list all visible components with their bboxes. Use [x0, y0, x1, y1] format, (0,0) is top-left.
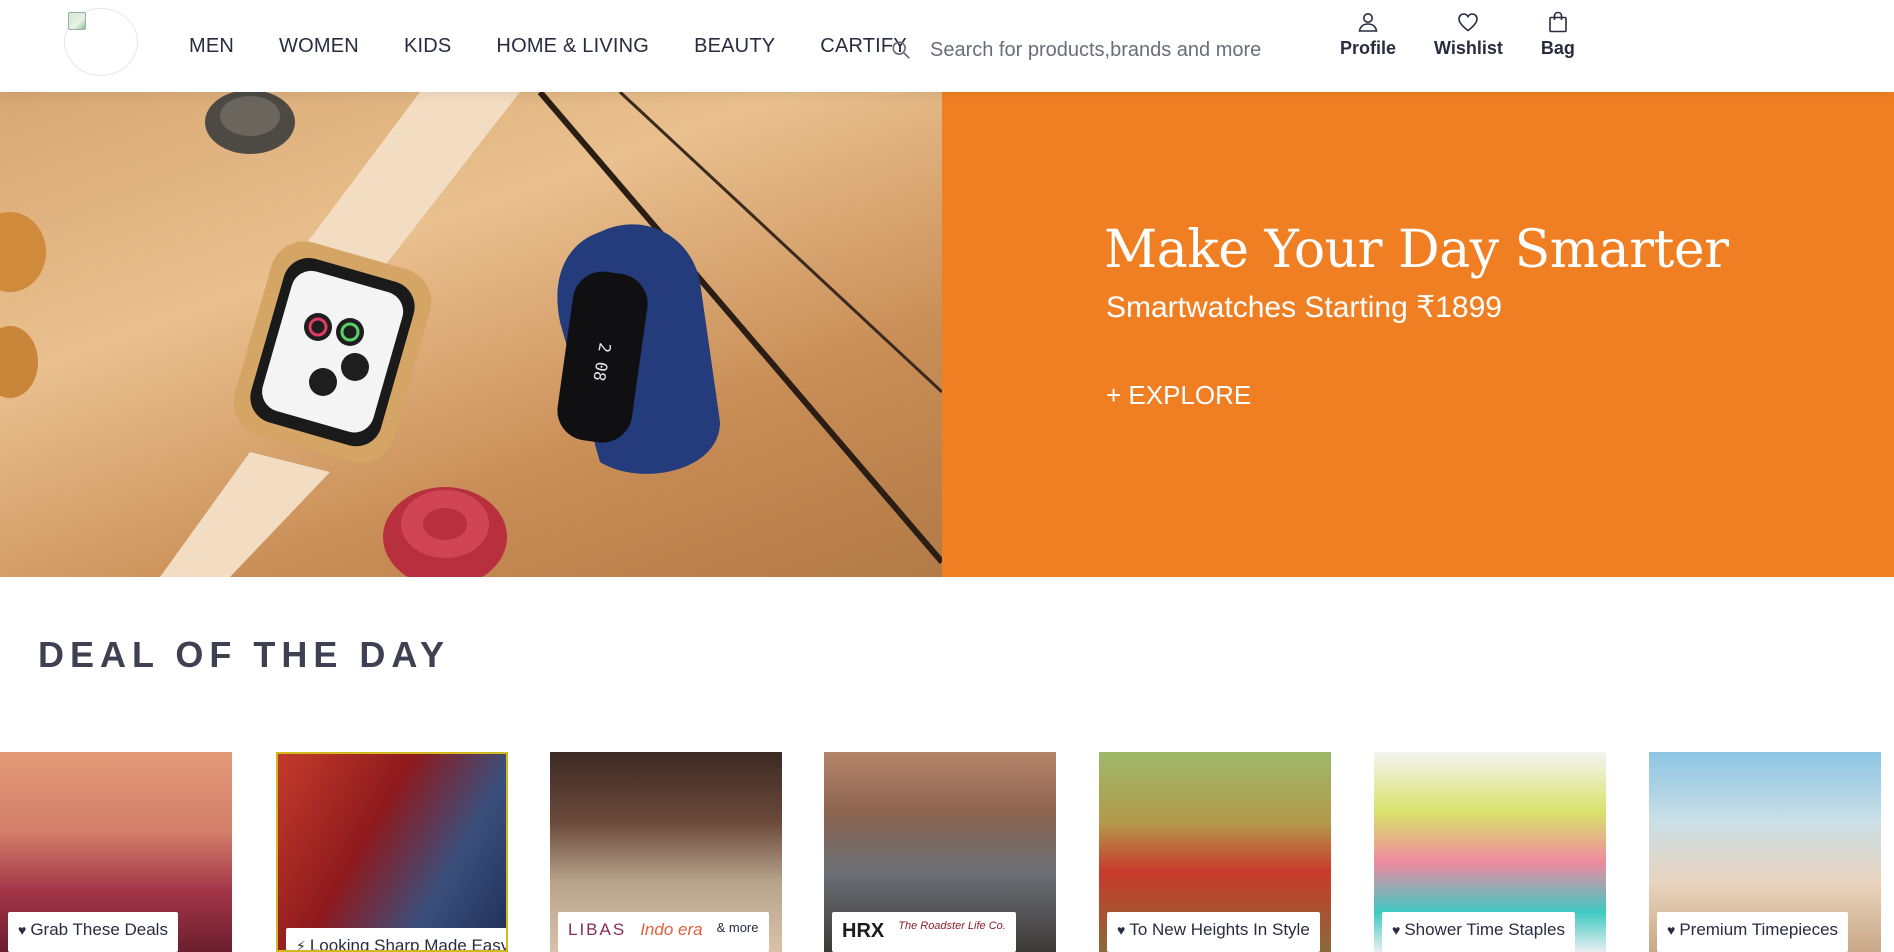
header-actions: Profile Wishlist Bag [1340, 10, 1613, 59]
search-icon[interactable] [890, 39, 912, 61]
heart-icon: ♥ [1667, 922, 1676, 938]
nav-item-kids[interactable]: KIDS [404, 35, 451, 58]
hero-image: 2 08 [0, 92, 942, 577]
deal-card[interactable]: HRX The Roadster Life Co. [824, 752, 1056, 952]
deal-card[interactable]: ♥ Premium Timepieces [1649, 752, 1881, 952]
broken-image-icon [68, 12, 86, 30]
deal-card[interactable]: LIBAS Indo era & more [550, 752, 782, 952]
heart-icon: ♥ [1392, 922, 1401, 938]
lightning-icon: ⚡ [296, 938, 306, 952]
section-title: DEAL OF THE DAY [38, 634, 451, 675]
deal-label-text: Grab These Deals [30, 920, 168, 939]
deal-card[interactable]: ♥ Shower Time Staples [1374, 752, 1606, 952]
heart-icon: ♥ [18, 922, 27, 938]
brand-hrx: HRX [842, 920, 885, 942]
deal-card[interactable]: ⚡ Looking Sharp Made Easy [276, 752, 508, 952]
deal-label: ♥ Premium Timepieces [1657, 912, 1849, 952]
explore-link[interactable]: + EXPLORE [1106, 380, 1251, 411]
deal-brand-strip: HRX The Roadster Life Co. [832, 912, 1016, 952]
deal-label-text: To New Heights In Style [1129, 920, 1310, 939]
wishlist-label: Wishlist [1434, 38, 1503, 58]
deal-label-text: Premium Timepieces [1679, 920, 1839, 939]
brand-indo-era: Indo era [640, 920, 703, 939]
brand-libas: LIBAS [568, 920, 627, 939]
hero-banner[interactable]: 2 08 Make Your Day Smarter Smartwatches … [0, 92, 1894, 577]
deal-photo [278, 754, 506, 950]
nav-item-women[interactable]: WOMEN [279, 35, 359, 58]
nav-item-men[interactable]: MEN [189, 35, 234, 58]
wishlist-button[interactable]: Wishlist [1434, 10, 1503, 59]
nav-item-beauty[interactable]: BEAUTY [694, 35, 775, 58]
deal-label-text: Shower Time Staples [1404, 920, 1565, 939]
deals-carousel: ♥ Grab These Deals ⚡ Looking Sharp Made … [0, 752, 1894, 952]
brand-logo[interactable] [64, 8, 138, 76]
hero-subtitle: Smartwatches Starting ₹1899 [1106, 291, 1502, 324]
deal-brand-strip: LIBAS Indo era & more [558, 912, 769, 952]
deal-label: ♥ Grab These Deals [8, 912, 178, 952]
profile-label: Profile [1340, 38, 1397, 58]
heart-outline-icon [1458, 13, 1479, 32]
site-header: MEN WOMEN KIDS HOME & LIVING BEAUTY CART… [0, 0, 1894, 92]
deal-card[interactable]: ♥ To New Heights In Style [1099, 752, 1331, 952]
deal-label: ♥ Shower Time Staples [1382, 912, 1575, 952]
search-bar [890, 28, 1300, 72]
deal-card[interactable]: ♥ Grab These Deals [0, 752, 232, 952]
profile-button[interactable]: Profile [1340, 10, 1396, 59]
brand-roadster: The Roadster Life Co. [898, 920, 1006, 932]
smartwatch-photo: 2 08 [0, 92, 942, 577]
nav-item-home-living[interactable]: HOME & LIVING [496, 35, 649, 58]
hero-promo-panel: Make Your Day Smarter Smartwatches Start… [942, 92, 1894, 577]
deal-label: ♥ To New Heights In Style [1107, 912, 1320, 952]
bag-button[interactable]: Bag [1541, 10, 1575, 59]
deal-label-text: Looking Sharp Made Easy [309, 936, 508, 952]
search-input[interactable] [930, 38, 1290, 62]
main-nav: MEN WOMEN KIDS HOME & LIVING BEAUTY CART… [189, 0, 952, 92]
brand-more: & more [716, 920, 759, 935]
bag-label: Bag [1540, 38, 1575, 58]
deal-label: ⚡ Looking Sharp Made Easy [286, 928, 508, 952]
hero-title: Make Your Day Smarter [1104, 220, 1729, 280]
heart-icon: ♥ [1117, 922, 1126, 938]
bag-icon [1549, 11, 1567, 33]
user-icon [1358, 13, 1378, 32]
